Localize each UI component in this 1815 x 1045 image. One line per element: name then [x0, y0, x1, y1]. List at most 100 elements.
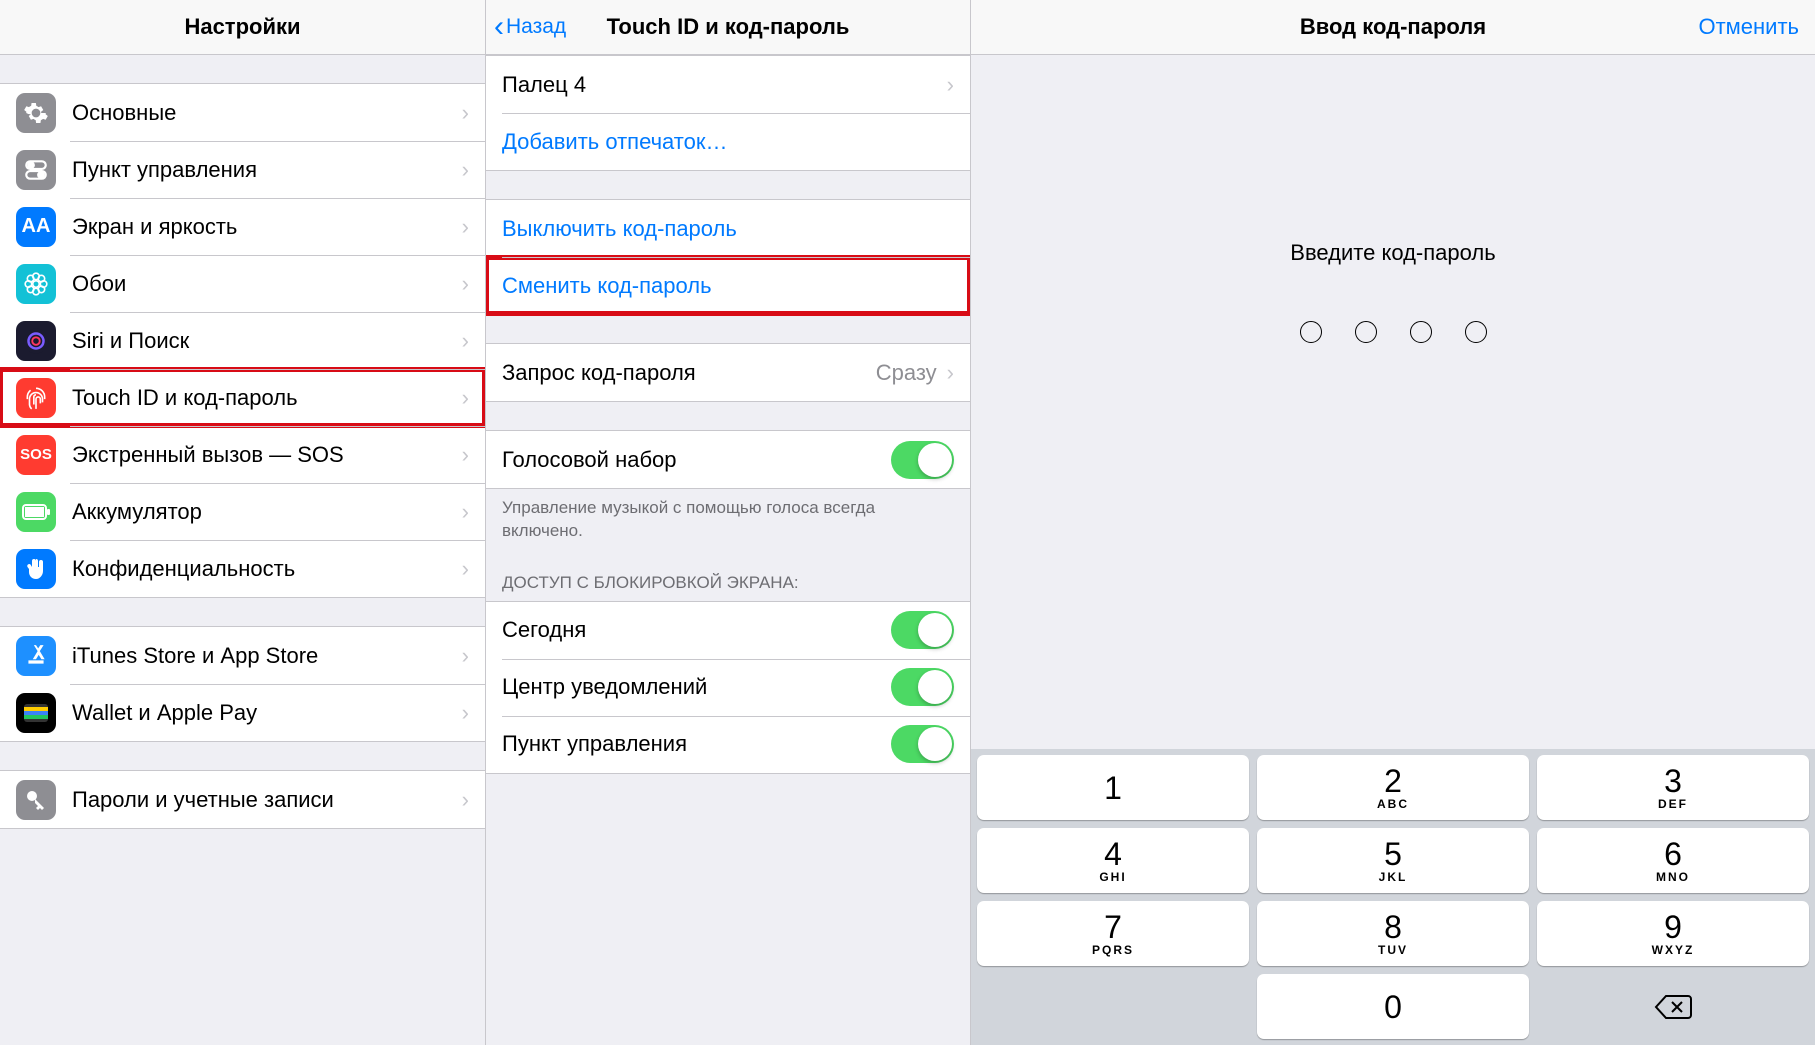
passcode-dots [1300, 321, 1487, 343]
touchid-scroll[interactable]: Палец 4›Добавить отпечаток… Выключить ко… [486, 55, 970, 1045]
chevron-right-icon: › [462, 271, 469, 297]
key-digit: 4 [1104, 838, 1122, 870]
passcode-area: Введите код-пароль [971, 55, 1815, 749]
settings-item-label: Touch ID и код-пароль [72, 385, 462, 411]
keypad-key-4[interactable]: 4GHI [977, 828, 1249, 893]
key-letters: PQRS [1092, 943, 1134, 957]
back-button[interactable]: ‹ Назад [494, 12, 566, 42]
cell-label: Пункт управления [502, 731, 891, 757]
sos-icon: SOS [16, 435, 56, 475]
cancel-button[interactable]: Отменить [1698, 14, 1799, 40]
settings-item-label: Пароли и учетные записи [72, 787, 462, 813]
cell-voice-dial[interactable]: Голосовой набор [486, 431, 970, 488]
toggle-switch[interactable] [891, 668, 954, 706]
settings-item-label: Обои [72, 271, 462, 297]
back-label: Назад [506, 15, 566, 39]
keypad-delete[interactable] [1537, 974, 1809, 1039]
settings-item-siri[interactable]: Siri и Поиск› [0, 312, 485, 369]
cell-label: Голосовой набор [502, 447, 891, 473]
cell-control-center2[interactable]: Пункт управления [486, 716, 970, 773]
passcode-prompt: Введите код-пароль [1290, 240, 1495, 266]
toggle-switch[interactable] [891, 441, 954, 479]
passcode-entry-column: Ввод код-пароля Отменить Введите код-пар… [970, 0, 1815, 1045]
settings-item-app-store[interactable]: iTunes Store и App Store› [0, 627, 485, 684]
chevron-right-icon: › [947, 360, 954, 386]
cell-today[interactable]: Сегодня [486, 602, 970, 659]
keypad-blank [977, 974, 1249, 1039]
touchid-column: ‹ Назад Touch ID и код-пароль Палец 4›До… [485, 0, 970, 1045]
touchid-title: Touch ID и код-пароль [607, 14, 850, 40]
settings-item-privacy[interactable]: Конфиденциальность› [0, 540, 485, 597]
cell-disable-passcode[interactable]: Выключить код-пароль [486, 200, 970, 257]
settings-item-battery[interactable]: Аккумулятор› [0, 483, 485, 540]
key-letters: TUV [1378, 943, 1408, 957]
passcode-dot [1355, 321, 1377, 343]
chevron-right-icon: › [462, 556, 469, 582]
flower-icon [16, 264, 56, 304]
chevron-right-icon: › [947, 72, 954, 98]
settings-item-accounts[interactable]: Пароли и учетные записи› [0, 771, 485, 828]
cell-finger4[interactable]: Палец 4› [486, 56, 970, 113]
settings-item-sos[interactable]: SOSЭкстренный вызов — SOS› [0, 426, 485, 483]
touchid-navbar: ‹ Назад Touch ID и код-пароль [486, 0, 970, 55]
key-letters: MNO [1656, 870, 1690, 884]
wallet-icon [16, 693, 56, 733]
cell-value: Сразу [876, 360, 937, 386]
key-digit: 2 [1384, 765, 1402, 797]
key-letters: GHI [1099, 870, 1126, 884]
chevron-right-icon: › [462, 214, 469, 240]
key-digit: 1 [1104, 772, 1122, 804]
keypad-key-5[interactable]: 5JKL [1257, 828, 1529, 893]
settings-item-wallpaper[interactable]: Обои› [0, 255, 485, 312]
keypad-key-0[interactable]: 0 [1257, 974, 1529, 1039]
passcode-title: Ввод код-пароля [1300, 14, 1486, 40]
cell-notif-center[interactable]: Центр уведомлений [486, 659, 970, 716]
chevron-right-icon: › [462, 700, 469, 726]
keypad-key-1[interactable]: 1 [977, 755, 1249, 820]
keypad-key-3[interactable]: 3DEF [1537, 755, 1809, 820]
passcode-dot [1465, 321, 1487, 343]
settings-item-label: Экстренный вызов — SOS [72, 442, 462, 468]
settings-scroll[interactable]: Основные›Пункт управления›AAЭкран и ярко… [0, 55, 485, 1045]
backspace-icon [1654, 994, 1692, 1020]
appstore-icon [16, 636, 56, 676]
keypad-key-2[interactable]: 2ABC [1257, 755, 1529, 820]
toggle-switch[interactable] [891, 725, 954, 763]
key-digit: 3 [1664, 765, 1682, 797]
settings-item-display[interactable]: AAЭкран и яркость› [0, 198, 485, 255]
hand-icon [16, 549, 56, 589]
gear-icon [16, 93, 56, 133]
toggle-switch[interactable] [891, 611, 954, 649]
settings-item-label: Конфиденциальность [72, 556, 462, 582]
chevron-right-icon: › [462, 385, 469, 411]
key-digit: 9 [1664, 911, 1682, 943]
cell-label: Выключить код-пароль [502, 216, 954, 242]
keypad-key-9[interactable]: 9WXYZ [1537, 901, 1809, 966]
chevron-right-icon: › [462, 499, 469, 525]
settings-item-general[interactable]: Основные› [0, 84, 485, 141]
chevron-left-icon: ‹ [494, 12, 504, 42]
key-digit: 6 [1664, 838, 1682, 870]
cell-request-passcode[interactable]: Запрос код-пароляСразу› [486, 344, 970, 401]
keypad-key-8[interactable]: 8TUV [1257, 901, 1529, 966]
keypad-key-6[interactable]: 6MNO [1537, 828, 1809, 893]
cell-add-fingerprint[interactable]: Добавить отпечаток… [486, 113, 970, 170]
settings-item-label: Wallet и Apple Pay [72, 700, 462, 726]
cell-label: Центр уведомлений [502, 674, 891, 700]
cell-label: Сегодня [502, 617, 891, 643]
voice-footer: Управление музыкой с помощью голоса всег… [486, 489, 970, 555]
settings-item-control-center[interactable]: Пункт управления› [0, 141, 485, 198]
key-digit: 7 [1104, 911, 1122, 943]
settings-item-label: Основные [72, 100, 462, 126]
passcode-navbar: Ввод код-пароля Отменить [971, 0, 1815, 55]
settings-title: Настройки [184, 14, 300, 40]
chevron-right-icon: › [462, 328, 469, 354]
cell-change-passcode[interactable]: Сменить код-пароль [486, 257, 970, 314]
key-letters: JKL [1379, 870, 1408, 884]
cell-label: Палец 4 [502, 72, 947, 98]
settings-item-wallet[interactable]: Wallet и Apple Pay› [0, 684, 485, 741]
key-icon [16, 780, 56, 820]
keypad-key-7[interactable]: 7PQRS [977, 901, 1249, 966]
settings-item-touchid[interactable]: Touch ID и код-пароль› [0, 369, 485, 426]
fingerprint-icon [16, 378, 56, 418]
